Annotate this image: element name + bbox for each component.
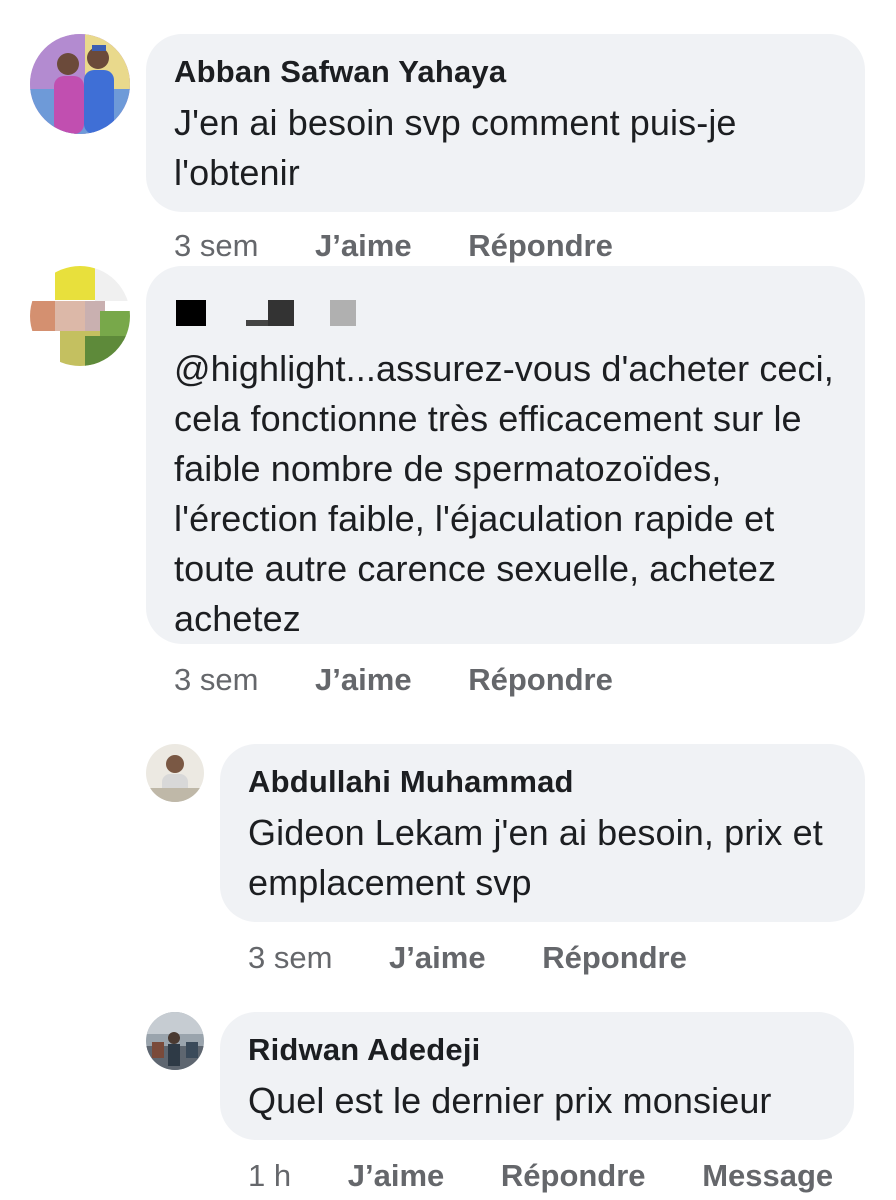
reply-text: Quel est le dernier prix monsieur (248, 1080, 772, 1121)
reply-bubble: Ridwan Adedeji Quel est le dernier prix … (220, 1012, 854, 1140)
avatar-photo-icon (146, 1012, 204, 1070)
reply-time: 1 h (248, 1158, 292, 1193)
avatar[interactable] (146, 1012, 204, 1070)
reply-actions: 1 h J’aime Répondre Message (248, 1158, 833, 1194)
like-button[interactable]: J’aime (348, 1158, 445, 1194)
reply-author[interactable]: Ridwan Adedeji (248, 1030, 826, 1070)
message-button[interactable]: Message (702, 1158, 833, 1194)
reply-ridwan: Ridwan Adedeji Quel est le dernier prix … (0, 0, 896, 1200)
reply-button[interactable]: Répondre (501, 1158, 646, 1194)
